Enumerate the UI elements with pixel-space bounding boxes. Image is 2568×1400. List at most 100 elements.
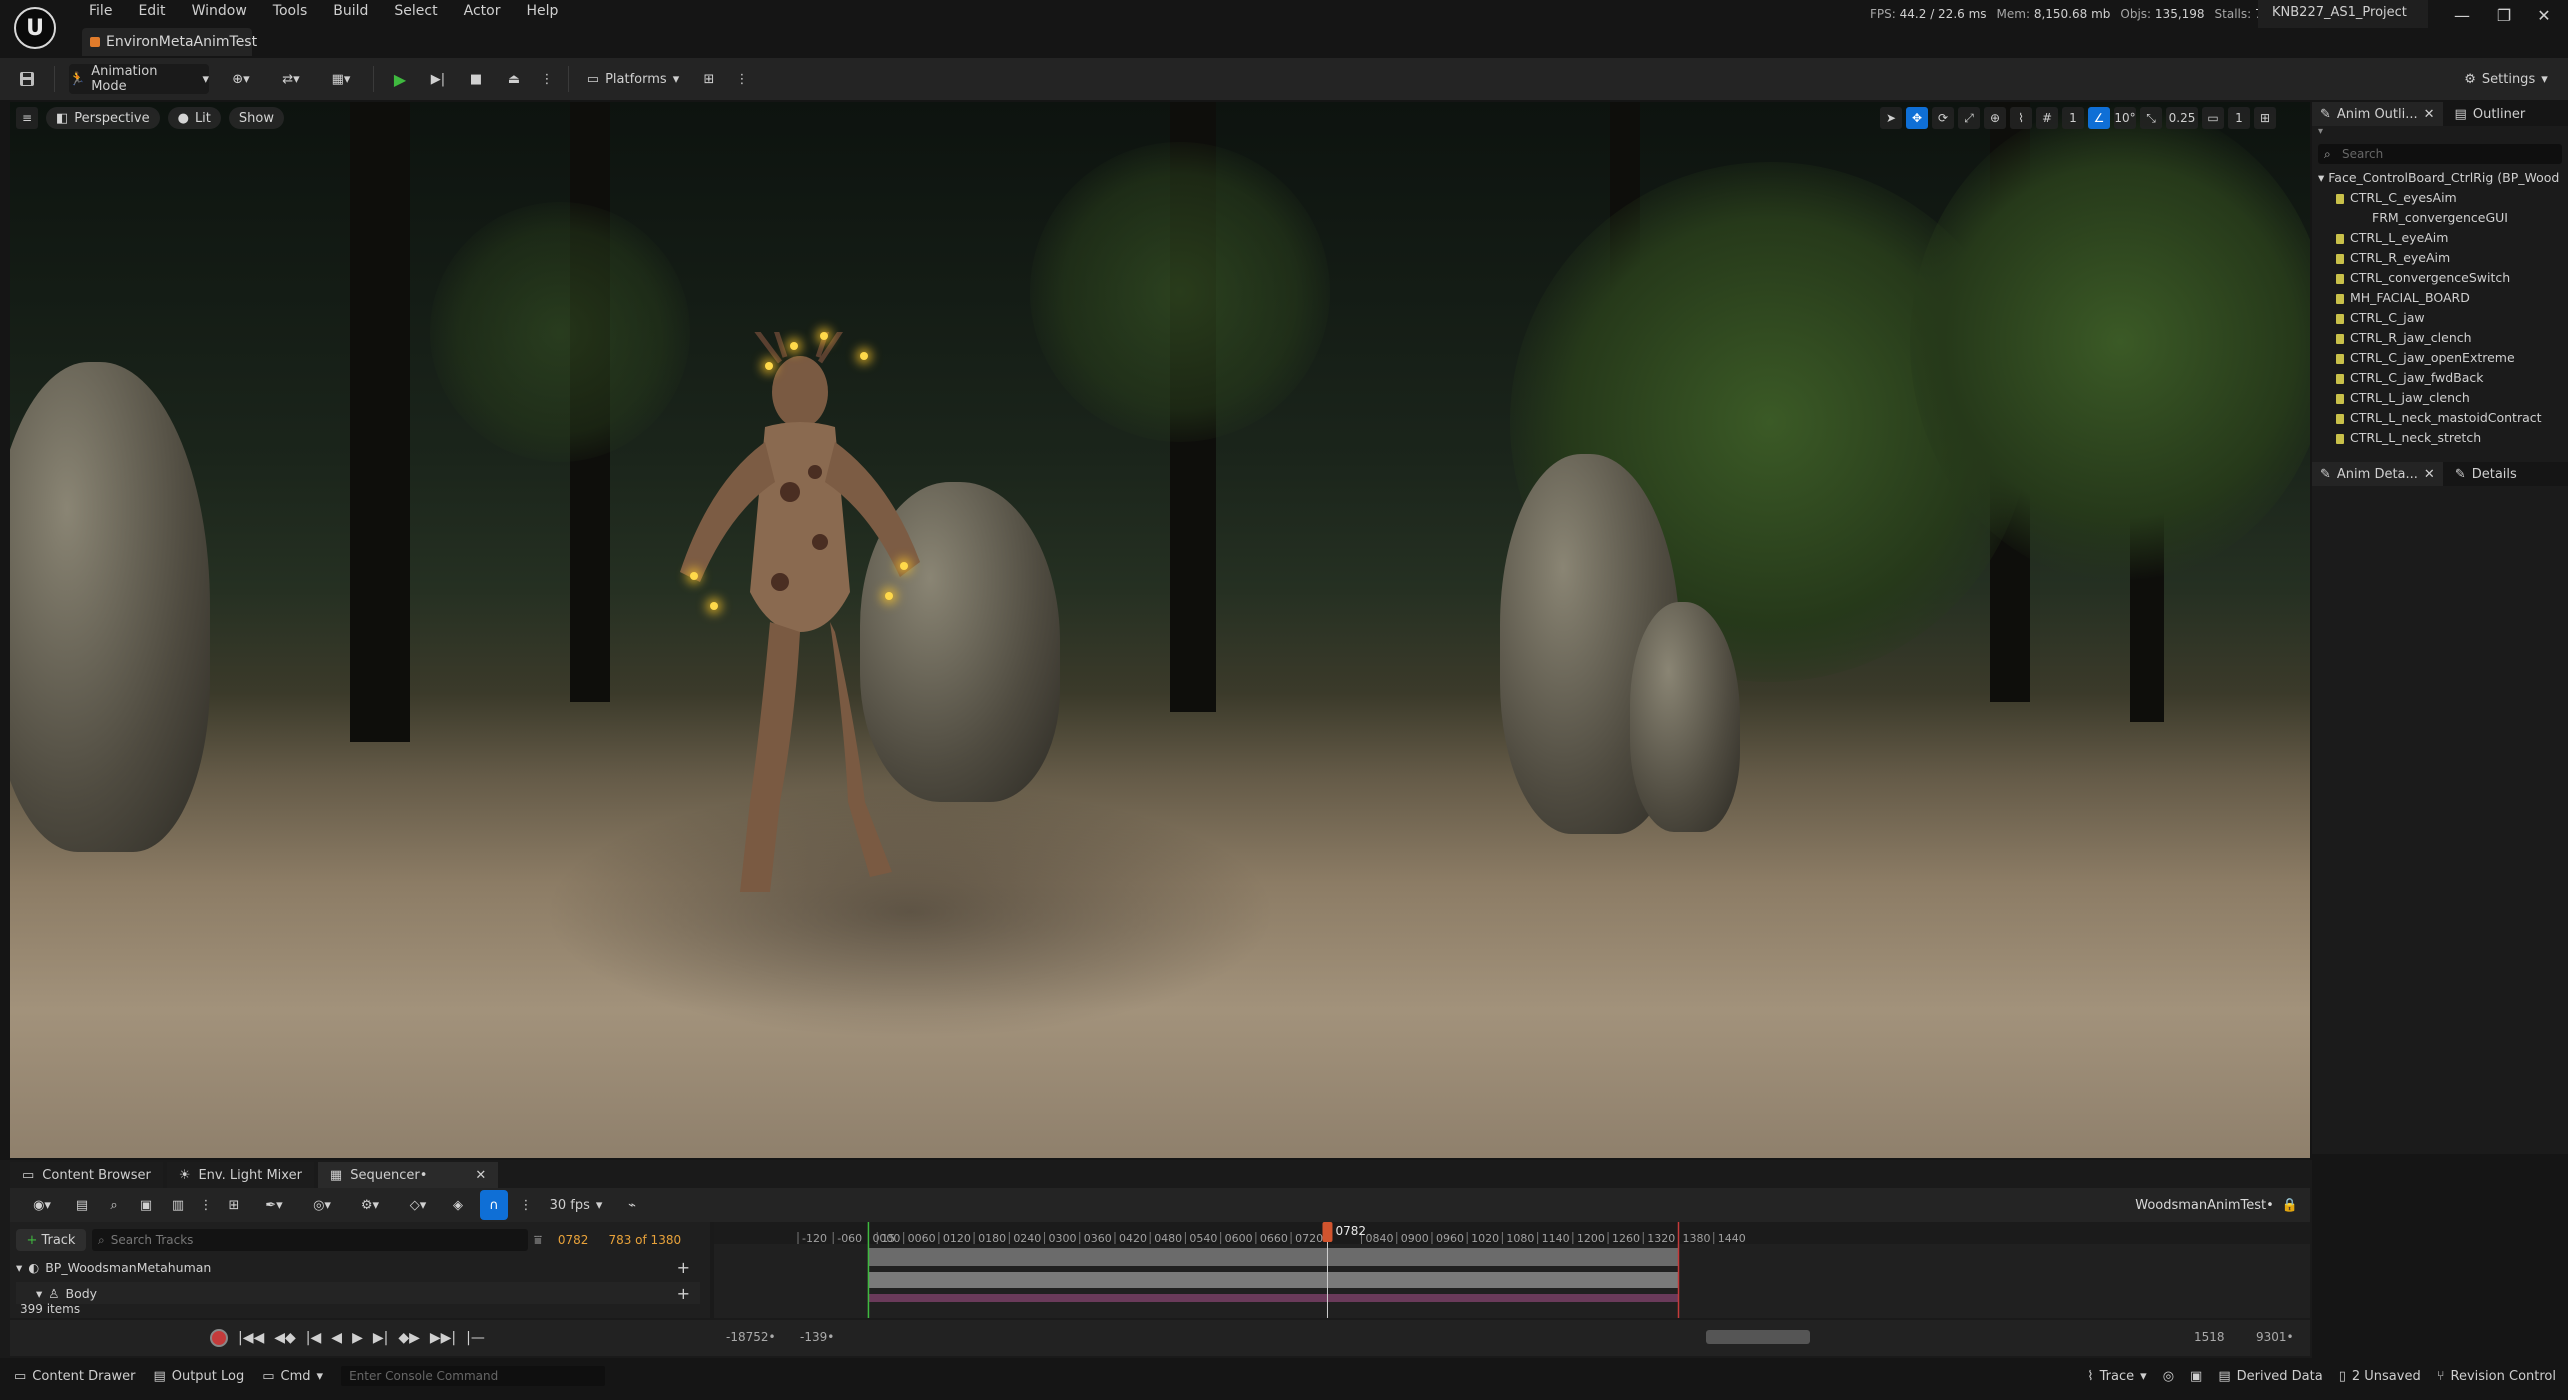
sequence-name[interactable]: WoodsmanAnimTest• bbox=[2135, 1198, 2274, 1213]
monitor-icon[interactable]: ▣ bbox=[2190, 1369, 2202, 1384]
outliner-item[interactable]: CTRL_C_jaw_openExtreme bbox=[2312, 348, 2568, 368]
platforms-dropdown[interactable]: ▭ Platforms ▾ bbox=[583, 64, 683, 94]
menu-build[interactable]: Build bbox=[320, 0, 381, 22]
settings-button[interactable]: ⚙ Settings ▾ bbox=[2458, 64, 2554, 94]
jump-to-start-icon[interactable]: |◀◀ bbox=[238, 1330, 264, 1346]
menu-help[interactable]: Help bbox=[513, 0, 571, 22]
outliner-item[interactable]: CTRL_R_eyeAim bbox=[2312, 248, 2568, 268]
fps-dropdown[interactable]: 30 fps ▾ bbox=[544, 1190, 608, 1220]
magnet-icon[interactable]: ∩ bbox=[480, 1190, 508, 1220]
mode-dropdown[interactable]: 🏃 Animation Mode ▾ bbox=[69, 64, 209, 94]
play-icon[interactable]: ▶ bbox=[388, 64, 412, 94]
view-end[interactable]: 9301• bbox=[2256, 1330, 2294, 1344]
revision-control-button[interactable]: ⑂ Revision Control bbox=[2437, 1369, 2556, 1384]
tab-anim-outliner[interactable]: ✎ Anim Outli... ✕ bbox=[2312, 102, 2443, 126]
outliner-item[interactable]: CTRL_R_jaw_clench bbox=[2312, 328, 2568, 348]
timeline-scrollbar[interactable] bbox=[1706, 1330, 1810, 1344]
timeline[interactable]: -120 -060 0000 0060 0120 0180 0240 0300 0360 0420… bbox=[714, 1222, 2310, 1318]
menu-select[interactable]: Select bbox=[381, 0, 450, 22]
grid-value[interactable]: 1 bbox=[2062, 107, 2084, 129]
perspective-button[interactable]: ◧ Perspective bbox=[46, 107, 160, 129]
next-frame-icon[interactable]: ▶| bbox=[373, 1330, 388, 1346]
outliner-item[interactable]: CTRL_C_jaw_fwdBack bbox=[2312, 368, 2568, 388]
cmd-dropdown[interactable]: ▭ Cmd ▾ bbox=[262, 1369, 323, 1384]
curve-editor-icon[interactable]: ⌁ bbox=[620, 1190, 644, 1220]
playback-options-icon[interactable]: ⚙▾ bbox=[352, 1190, 388, 1220]
stop-icon[interactable]: ■ bbox=[464, 64, 488, 94]
trace-button[interactable]: ⌇ Trace ▾ bbox=[2087, 1369, 2146, 1384]
menu-file[interactable]: File bbox=[76, 0, 125, 22]
animation-section[interactable] bbox=[868, 1294, 1679, 1302]
more-options-icon[interactable]: ⋮ bbox=[520, 1190, 533, 1220]
outliner-item[interactable]: MH_FACIAL_BOARD bbox=[2312, 288, 2568, 308]
outliner-item[interactable]: FRM_convergenceGUI bbox=[2312, 208, 2568, 228]
tab-outliner[interactable]: ▤ Outliner bbox=[2447, 102, 2534, 126]
add-subtrack-icon[interactable]: + bbox=[677, 1284, 690, 1303]
hamburger-menu-icon[interactable]: ≡ bbox=[16, 107, 38, 129]
derived-data-button[interactable]: ▤ Derived Data bbox=[2218, 1369, 2322, 1384]
camera-speed-value[interactable]: 1 bbox=[2228, 107, 2250, 129]
translate-icon[interactable]: ✥ bbox=[1906, 107, 1928, 129]
eject-icon[interactable]: ⏏ bbox=[502, 64, 526, 94]
cinematics-icon[interactable]: ▦▾ bbox=[323, 64, 359, 94]
lit-button[interactable]: ● Lit bbox=[167, 107, 221, 129]
angle-value[interactable]: 10° bbox=[2114, 107, 2136, 129]
outliner-item[interactable]: CTRL_L_neck_stretch bbox=[2312, 428, 2568, 448]
minimize-button[interactable]: — bbox=[2442, 4, 2482, 28]
render-icon[interactable]: ▣ bbox=[136, 1190, 156, 1220]
section-bar[interactable] bbox=[868, 1272, 1679, 1288]
view-start[interactable]: -18752• bbox=[726, 1330, 776, 1344]
view-icon[interactable]: ◎▾ bbox=[304, 1190, 340, 1220]
menu-window[interactable]: Window bbox=[179, 0, 260, 22]
more-options-icon[interactable]: ⋮ bbox=[735, 64, 749, 94]
level-viewport[interactable] bbox=[10, 102, 2310, 1158]
show-button[interactable]: Show bbox=[228, 107, 284, 129]
advance-frame-icon[interactable]: ▶| bbox=[426, 64, 450, 94]
tab-env-light-mixer[interactable]: ☀ Env. Light Mixer bbox=[166, 1162, 314, 1188]
grid-snap-icon[interactable]: # bbox=[2036, 107, 2058, 129]
scale-icon[interactable]: ⤢ bbox=[1958, 107, 1980, 129]
close-icon[interactable]: ✕ bbox=[2424, 107, 2435, 122]
document-tab[interactable]: EnvironMetaAnimTest bbox=[82, 28, 257, 56]
tools-icon[interactable]: ✒▾ bbox=[256, 1190, 292, 1220]
current-frame[interactable]: 0782 bbox=[558, 1233, 589, 1247]
rotate-icon[interactable]: ⟳ bbox=[1932, 107, 1954, 129]
timeline-ruler[interactable]: -120 -060 0000 0060 0120 0180 0240 0300 0360 0420… bbox=[714, 1222, 2310, 1318]
filter-icon[interactable]: ⩸ bbox=[534, 1233, 542, 1248]
section-bar[interactable] bbox=[868, 1248, 1679, 1266]
next-key-icon[interactable]: ◆▶ bbox=[398, 1330, 420, 1346]
save-icon[interactable] bbox=[14, 64, 40, 94]
layout-icon[interactable]: ⊞ bbox=[2254, 107, 2276, 129]
source-control-icon[interactable]: ⊞ bbox=[697, 64, 721, 94]
maximize-button[interactable]: ❐ bbox=[2484, 4, 2524, 28]
add-actor-icon[interactable]: ⊕▾ bbox=[223, 64, 259, 94]
tab-anim-details[interactable]: ✎ Anim Deta... ✕ bbox=[2312, 462, 2443, 486]
menu-edit[interactable]: Edit bbox=[125, 0, 178, 22]
outliner-item[interactable]: CTRL_L_jaw_clench bbox=[2312, 388, 2568, 408]
previous-frame-icon[interactable]: |◀ bbox=[306, 1330, 321, 1346]
camera-speed-icon[interactable]: ▭ bbox=[2202, 107, 2224, 129]
reverse-play-icon[interactable]: ◀ bbox=[331, 1330, 342, 1346]
angle-snap-icon[interactable]: ∠ bbox=[2088, 107, 2110, 129]
outliner-search[interactable]: ⌕ Search bbox=[2318, 144, 2562, 164]
add-track-button[interactable]: + Track bbox=[16, 1229, 86, 1251]
outliner-item[interactable]: CTRL_L_neck_mastoidContract bbox=[2312, 408, 2568, 428]
menu-tools[interactable]: Tools bbox=[260, 0, 321, 22]
outliner-item[interactable]: CTRL_C_jaw bbox=[2312, 308, 2568, 328]
world-icon[interactable]: ◉▾ bbox=[24, 1190, 60, 1220]
surface-snap-icon[interactable]: ⌇ bbox=[2010, 107, 2032, 129]
unreal-logo[interactable]: U bbox=[14, 7, 56, 49]
outliner-root[interactable]: ▾ Face_ControlBoard_CtrlRig (BP_Wood bbox=[2312, 168, 2568, 188]
track-row[interactable]: ▾ ♙ Body + bbox=[16, 1282, 700, 1304]
view-in[interactable]: -139• bbox=[800, 1330, 834, 1344]
outliner-item[interactable]: CTRL_L_eyeAim bbox=[2312, 228, 2568, 248]
unsaved-button[interactable]: ▯ 2 Unsaved bbox=[2339, 1369, 2421, 1384]
outliner-item[interactable]: CTRL_convergenceSwitch bbox=[2312, 268, 2568, 288]
scale-snap-icon[interactable]: ⤡ bbox=[2140, 107, 2162, 129]
track-row[interactable]: ▾ ◐ BP_WoodsmanMetahuman + bbox=[16, 1256, 700, 1278]
playhead-handle[interactable] bbox=[1322, 1222, 1333, 1242]
output-log-button[interactable]: ▤ Output Log bbox=[153, 1369, 244, 1384]
snap-keys-icon[interactable]: ◈ bbox=[448, 1190, 468, 1220]
scale-value[interactable]: 0.25 bbox=[2166, 107, 2198, 129]
search-tracks-input[interactable]: ⌕ Search Tracks bbox=[92, 1229, 528, 1251]
